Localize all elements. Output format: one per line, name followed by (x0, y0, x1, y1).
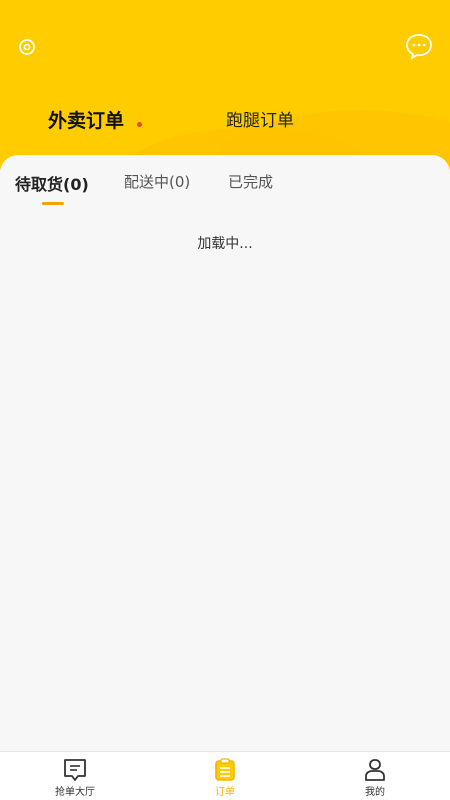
loading-text: 加载中... (197, 236, 253, 252)
tab-delivering[interactable]: 配送中(0) (124, 171, 190, 192)
active-tab-indicator (42, 202, 64, 205)
tabbar-item-orders[interactable]: 订单 (180, 758, 270, 798)
orders-panel: 待取货(0) 配送中(0) 已完成 加载中... (0, 155, 450, 751)
tab-errand-orders[interactable]: 跑腿订单 (226, 106, 294, 131)
orders-icon (215, 758, 235, 781)
tabbar-item-profile[interactable]: 我的 (330, 758, 420, 798)
message-icon[interactable] (404, 32, 434, 60)
tabbar-label-profile: 我的 (365, 787, 385, 798)
order-status-tabs: 待取货(0) 配送中(0) 已完成 (0, 169, 450, 205)
notification-dot (137, 122, 142, 127)
location-icon[interactable] (16, 36, 38, 58)
bottom-tab-bar: 抢单大厅 订单 我的 (0, 751, 450, 800)
tab-completed[interactable]: 已完成 (228, 171, 273, 192)
header: 外卖订单 跑腿订单 (0, 0, 450, 170)
tabbar-label-order-hall: 抢单大厅 (55, 787, 95, 798)
tab-takeout-orders[interactable]: 外卖订单 (48, 106, 124, 133)
tabbar-label-orders: 订单 (215, 787, 235, 798)
tab-pending-pickup[interactable]: 待取货(0) (15, 171, 89, 195)
order-type-tabs: 外卖订单 跑腿订单 (0, 100, 450, 140)
tabbar-item-order-hall[interactable]: 抢单大厅 (30, 758, 120, 798)
profile-icon (365, 759, 385, 781)
order-hall-icon (64, 759, 86, 781)
